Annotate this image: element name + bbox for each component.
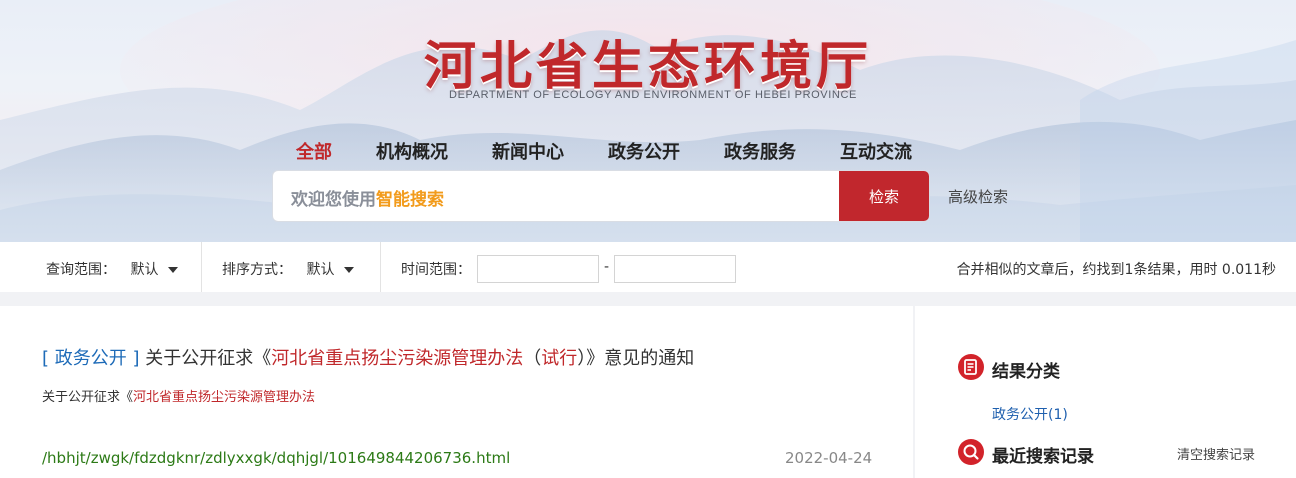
divider (201, 242, 202, 292)
search-history-icon (958, 439, 984, 465)
time-separator: - (604, 259, 610, 275)
sidebar: 结果分类 政务公开(1) 最近搜索记录 清空搜索记录 (915, 306, 1296, 478)
nav-item-government-services[interactable]: 政务服务 (724, 138, 796, 164)
result-title-paren-close: ） (577, 348, 587, 369)
result-title[interactable]: [ 政务公开 ] 关于公开征求《河北省重点扬尘污染源管理办法（试行）》意见的通知 (42, 344, 694, 370)
clear-history-link[interactable]: 清空搜索记录 (1177, 444, 1255, 463)
nav-item-government-affairs[interactable]: 政务公开 (608, 138, 680, 164)
document-icon (958, 354, 984, 380)
sort-filter[interactable]: 排序方式： 默认 (222, 259, 355, 279)
main-nav: 全部 机构概况 新闻中心 政务公开 政务服务 互动交流 (296, 138, 956, 164)
search-input[interactable]: 欢迎您使用智能搜索 (291, 185, 444, 210)
filter-bar: 查询范围： 默认 排序方式： 默认 时间范围： - 合并相似的文章后，约找到1条… (0, 242, 1296, 292)
result-title-highlight: 河北省重点扬尘污染源管理办法 (271, 348, 524, 369)
history-heading: 最近搜索记录 (992, 447, 1094, 467)
result-snippet-before: 关于公开征求《 (42, 390, 134, 405)
result-date: 2022-04-24 (785, 449, 873, 467)
result-title-after: 》意见的通知 (586, 348, 695, 369)
nav-item-organization[interactable]: 机构概况 (376, 138, 448, 164)
result-title-before: 关于公开征求《 (145, 348, 272, 369)
time-to-input[interactable] (614, 255, 736, 283)
scope-filter[interactable]: 查询范围： 默认 (46, 259, 179, 279)
result-summary: 合并相似的文章后，约找到1条结果，用时 0.011秒 (956, 262, 1276, 278)
search-placeholder-prefix: 欢迎您使用 (291, 190, 376, 210)
advanced-search-link[interactable]: 高级检索 (948, 186, 1008, 207)
divider (380, 242, 381, 292)
site-header: 河北省生态环境厅 DEPARTMENT OF ECOLOGY AND ENVIR… (0, 0, 1296, 242)
result-snippet: 关于公开征求《河北省重点扬尘污染源管理办法 (42, 386, 315, 405)
site-title: 河北省生态环境厅 (423, 36, 872, 97)
sort-label: 排序方式： (222, 262, 292, 278)
result-snippet-highlight: 河北省重点扬尘污染源管理办法 (133, 390, 316, 405)
classification-item[interactable]: 政务公开(1) (992, 404, 1068, 424)
search-box: 欢迎您使用智能搜索 检索 (272, 170, 930, 222)
result-category[interactable]: [ 政务公开 ] (42, 348, 140, 369)
time-label: 时间范围： (401, 262, 471, 278)
result-title-paren-word: 试行 (541, 348, 578, 369)
chevron-down-icon (344, 267, 355, 273)
result-title-paren-open: （ (523, 348, 542, 369)
result-url[interactable]: /hbhjt/zwgk/fdzdgknr/zdlyxxgk/dqhjgl/101… (42, 449, 510, 467)
site-subtitle: DEPARTMENT OF ECOLOGY AND ENVIRONMENT OF… (449, 89, 857, 101)
chevron-down-icon (168, 267, 179, 273)
sort-value: 默认 (306, 262, 335, 278)
search-placeholder-highlight: 智能搜索 (376, 190, 444, 210)
nav-item-interaction[interactable]: 互动交流 (840, 138, 912, 164)
scope-label: 查询范围： (46, 262, 116, 278)
results-panel: [ 政务公开 ] 关于公开征求《河北省重点扬尘污染源管理办法（试行）》意见的通知… (0, 306, 913, 478)
time-from-input[interactable] (477, 255, 599, 283)
classification-heading: 结果分类 (992, 362, 1060, 382)
search-button[interactable]: 检索 (839, 171, 929, 221)
nav-item-all[interactable]: 全部 (296, 138, 332, 164)
scope-value: 默认 (130, 262, 159, 278)
nav-item-news[interactable]: 新闻中心 (492, 138, 564, 164)
